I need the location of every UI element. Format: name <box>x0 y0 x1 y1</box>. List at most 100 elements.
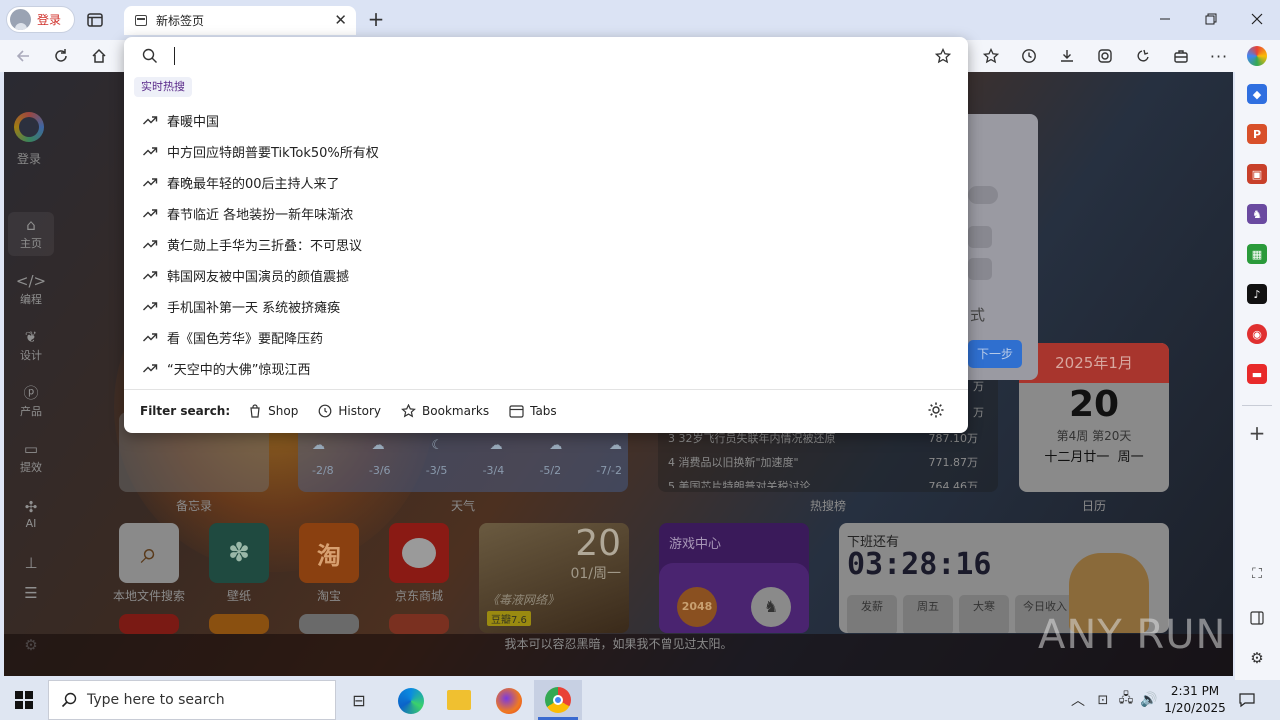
tab-actions-icon[interactable] <box>86 11 104 29</box>
suggestion-item[interactable]: 韩国网友被中国演员的颜值震撼 <box>124 259 968 290</box>
game-center-card[interactable]: 游戏中心 2048 ♞ <box>659 523 809 633</box>
more-menu-icon[interactable]: ··· <box>1210 47 1228 66</box>
restore-button[interactable] <box>1202 10 1220 28</box>
suggestion-item[interactable]: 春暖中国 <box>124 104 968 135</box>
file-search-app[interactable]: ⌕ <box>119 523 179 583</box>
suggestion-item[interactable]: “天空中的大佛”惊现江西 <box>124 352 968 383</box>
calendar-day: 20 <box>1068 384 1120 425</box>
cloud-icon: ☁ <box>312 438 325 453</box>
nav-item-design[interactable]: ❦ 设计 <box>8 324 54 368</box>
taobao-app[interactable]: 淘 <box>299 523 359 583</box>
new-tab-button[interactable]: + <box>366 7 386 31</box>
history-icon[interactable] <box>1020 47 1038 65</box>
movie-title: 《毒液网络》 <box>487 593 560 607</box>
tiktok-icon[interactable]: ♪ <box>1247 284 1267 304</box>
nav-login-label[interactable]: 登录 <box>4 150 54 167</box>
nav-avatar-icon[interactable] <box>14 112 44 142</box>
sidebar-screenshot-icon[interactable]: ⛶ <box>1247 564 1267 584</box>
home-icon[interactable] <box>90 47 108 65</box>
search-icon <box>142 48 157 63</box>
search-settings-gear-icon[interactable] <box>927 401 945 419</box>
trending-arrow-icon <box>143 209 158 218</box>
next-step-button[interactable]: 下一步 <box>968 340 1022 368</box>
bookmark-star-icon[interactable] <box>935 48 951 64</box>
suggestion-item[interactable]: 春节临近 各地装扮一新年味渐浓 <box>124 197 968 228</box>
nav-item-product[interactable]: ⓟ 产品 <box>8 380 54 424</box>
suggestion-item[interactable]: 中方回应特朗普要TikTok50%所有权 <box>124 135 968 166</box>
jd-app[interactable] <box>389 523 449 583</box>
firefox-icon[interactable] <box>496 688 522 714</box>
temp: -3/6 <box>368 464 391 477</box>
tray-chevron-up-icon[interactable]: ︿ <box>1070 690 1086 710</box>
close-window-button[interactable] <box>1248 10 1266 28</box>
chess-icon[interactable]: ♞ <box>1247 204 1267 224</box>
toolkit-icon[interactable]: ▣ <box>1247 164 1267 184</box>
wallpaper-app[interactable]: ✽ <box>209 523 269 583</box>
suggestion-item[interactable]: 看《国色芳华》要配降压药 <box>124 321 968 352</box>
shopping-tag-icon[interactable]: ◆ <box>1247 84 1267 104</box>
nav-item-home[interactable]: ⌂ 主页 <box>8 212 54 256</box>
suggestion-text: 中方回应特朗普要TikTok50%所有权 <box>167 146 379 161</box>
app-tile-partial[interactable] <box>119 614 179 634</box>
notification-icon[interactable] <box>1236 690 1258 710</box>
file-explorer-icon[interactable] <box>447 690 471 710</box>
dino-game-icon[interactable]: ♞ <box>751 587 791 627</box>
clock[interactable]: 2:31 PM 1/20/2025 <box>1160 683 1230 717</box>
filter-bookmarks[interactable]: Bookmarks <box>401 404 489 418</box>
app-tile-partial[interactable] <box>389 614 449 634</box>
omnibox-dropdown: 实时热搜 春暖中国 中方回应特朗普要TikTok50%所有权 春晚最年轻的00后主持… <box>124 37 968 433</box>
app-tile-partial[interactable] <box>299 614 359 634</box>
weather-label: 天气 <box>450 499 475 513</box>
filter-history[interactable]: History <box>318 404 381 418</box>
trending-arrow-icon <box>143 147 158 156</box>
nav-item-efficiency[interactable]: ▭ 提效 <box>8 436 54 480</box>
weibo-icon[interactable]: ◉ <box>1247 324 1267 344</box>
tray-device-icon[interactable]: ⊡ <box>1094 690 1112 710</box>
hot-row[interactable]: 5 美国芯片特朗普对关税讨论 764.46万 <box>668 478 978 488</box>
memo-label: 备忘录 <box>175 499 212 513</box>
news-app-icon[interactable]: ▬ <box>1247 364 1267 384</box>
minimize-button[interactable] <box>1156 10 1174 28</box>
screenshot-icon[interactable] <box>1096 47 1114 65</box>
filter-shop[interactable]: Shop <box>248 404 298 418</box>
filter-tabs[interactable]: Tabs <box>509 404 557 418</box>
calendar-card[interactable]: 2025年1月 20 第4周 第20天 十二月廿一 周一 <box>1019 343 1169 492</box>
shopping-bag-icon <box>250 404 260 418</box>
nav-label: AI <box>25 516 37 530</box>
tab-close-button[interactable]: ✕ <box>334 11 347 29</box>
favorites-icon[interactable] <box>982 47 1000 65</box>
sidebar-settings-icon[interactable]: ⚙ <box>1247 648 1267 668</box>
hide-sidebar-icon[interactable] <box>1247 608 1267 628</box>
suggestion-item[interactable]: 黄仁勋上手华为三折叠：不可思议 <box>124 228 968 259</box>
download-icon[interactable] <box>1058 47 1076 65</box>
moon-icon: ☾ <box>431 438 443 453</box>
reload-icon[interactable] <box>52 47 70 65</box>
chrome-taskbar-active[interactable] <box>534 680 582 720</box>
game-2048[interactable]: 2048 <box>677 587 717 627</box>
movie-card[interactable]: 20 01/周一 《毒液网络》 豆瓣7.6 <box>479 523 629 633</box>
nav-item-extra-2[interactable]: ☰ <box>8 572 54 616</box>
task-view-icon[interactable]: ⊟ <box>348 690 370 710</box>
copilot-g-icon[interactable] <box>1247 46 1267 66</box>
suggestion-item[interactable]: 春晚最年轻的00后主持人来了 <box>124 166 968 197</box>
network-icon[interactable]: 🖧 <box>1117 690 1135 710</box>
address-bar[interactable] <box>124 37 968 75</box>
powerpoint-icon[interactable]: P <box>1247 124 1267 144</box>
suggestion-item[interactable]: 手机国补第一天 系统被挤瘫痪 <box>124 290 968 321</box>
edge-taskbar-icon[interactable] <box>398 688 424 714</box>
nav-item-ai[interactable]: ✣ AI <box>8 492 54 536</box>
hot-list-label: 热搜榜 <box>809 499 846 513</box>
nav-item-code[interactable]: </> 编程 <box>8 268 54 312</box>
windows-start-icon[interactable] <box>0 680 48 720</box>
login-button[interactable]: 登录 <box>6 6 75 33</box>
app-tile-partial[interactable] <box>209 614 269 634</box>
back-icon[interactable] <box>14 47 32 65</box>
add-sidebar-app-icon[interactable]: + <box>1247 421 1267 445</box>
games-grid-icon[interactable]: ▦ <box>1247 244 1267 264</box>
tab-new-tab[interactable]: 新标签页 ✕ <box>124 6 356 35</box>
hot-row[interactable]: 4 消费品以旧换新"加速度" 771.87万 <box>668 454 978 470</box>
toolbox-icon[interactable] <box>1172 47 1190 65</box>
taskbar-search-box[interactable]: Type here to search <box>48 680 336 720</box>
performance-icon[interactable] <box>1134 47 1152 65</box>
volume-icon[interactable]: 🔊 <box>1140 690 1158 710</box>
